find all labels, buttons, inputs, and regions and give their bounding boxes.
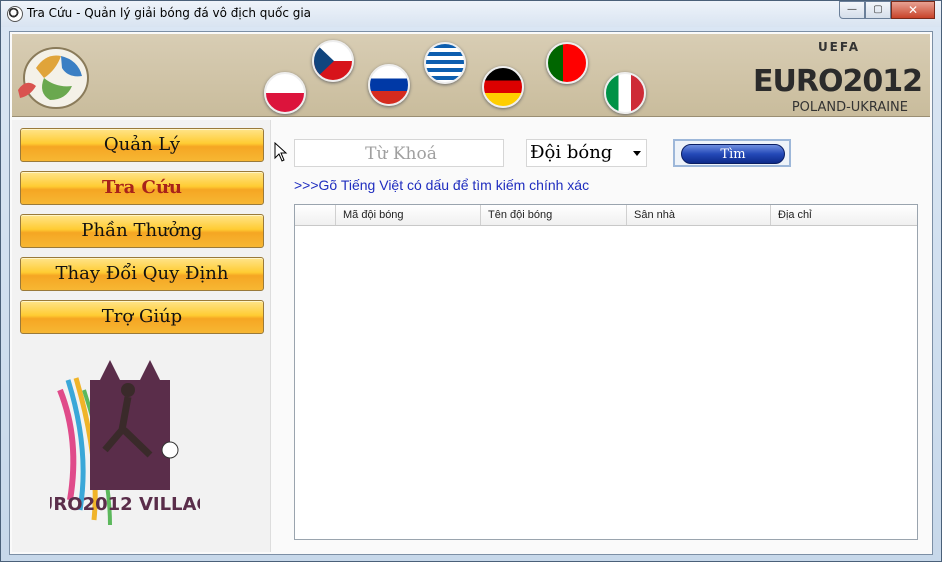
close-button[interactable]: ✕	[891, 1, 935, 19]
euro2012-banner: UEFA EURO2012 POLAND-UKRAINE	[12, 34, 930, 117]
mouse-pointer-icon	[274, 142, 288, 162]
flag-czech-icon	[312, 40, 354, 82]
column-header-dia-chi[interactable]: Địa chỉ	[771, 205, 917, 225]
search-panel: Đội bóng Tìm >>>Gõ Tiếng Việt có dấu để …	[272, 120, 930, 552]
window-title: Tra Cứu - Quản lý giải bóng đá vô địch q…	[27, 6, 312, 20]
results-table[interactable]: Mã đội bóng Tên đội bóng Sân nhà Địa chỉ	[294, 204, 918, 540]
flag-poland-icon	[264, 72, 306, 114]
euro-ball-logo-icon	[18, 47, 89, 109]
column-header-san-nha[interactable]: Sân nhà	[627, 205, 771, 225]
menu-tro-giup-button[interactable]: Trợ Giúp	[20, 300, 264, 334]
row-header-cell	[295, 205, 336, 225]
menu-tra-cuu-button[interactable]: Tra Cứu	[20, 171, 264, 205]
keyword-field[interactable]	[294, 139, 507, 168]
search-button[interactable]: Tìm	[673, 139, 791, 167]
dropdown-arrow-icon	[633, 151, 641, 156]
euro2012-village-logo: EURO2012 VILLAGE	[50, 360, 200, 526]
search-button-label: Tìm	[681, 144, 785, 164]
title-bar[interactable]: Tra Cứu - Quản lý giải bóng đá vô địch q…	[1, 1, 941, 27]
minimize-button[interactable]: —	[839, 1, 865, 19]
keyword-input[interactable]	[295, 140, 507, 168]
window-controls: — ▢ ✕	[839, 1, 935, 19]
search-hint-text: >>>Gõ Tiếng Việt có dấu để tìm kiếm chín…	[294, 177, 590, 193]
village-logo-text: EURO2012 VILLAGE	[50, 494, 200, 515]
euro2012-logo-text: EURO2012	[753, 64, 923, 99]
category-select[interactable]: Đội bóng	[526, 139, 647, 167]
flag-greece-icon	[424, 42, 466, 84]
app-window: Tra Cứu - Quản lý giải bóng đá vô địch q…	[0, 0, 942, 562]
soccer-ball-icon	[7, 6, 23, 22]
flag-italy-icon	[604, 72, 646, 114]
column-header-ma-doi-bong[interactable]: Mã đội bóng	[336, 205, 481, 225]
sidebar-menu: Quản Lý Tra Cứu Phần Thưởng Thay Đổi Quy…	[12, 120, 271, 552]
menu-thay-doi-quy-dinh-button[interactable]: Thay Đổi Quy Định	[20, 257, 264, 291]
host-countries-label: POLAND-UKRAINE	[791, 100, 908, 115]
flag-germany-icon	[482, 66, 524, 108]
table-header: Mã đội bóng Tên đội bóng Sân nhà Địa chỉ	[295, 205, 917, 226]
flag-russia-icon	[368, 64, 410, 106]
flag-portugal-icon	[546, 42, 588, 84]
menu-phan-thuong-button[interactable]: Phần Thưởng	[20, 214, 264, 248]
category-selected-value: Đội bóng	[530, 142, 613, 163]
uefa-label: UEFA	[817, 40, 860, 54]
maximize-button[interactable]: ▢	[865, 1, 891, 19]
column-header-ten-doi-bong[interactable]: Tên đội bóng	[481, 205, 627, 225]
client-area: UEFA EURO2012 POLAND-UKRAINE Quản Lý Tra…	[9, 31, 933, 555]
menu-quan-ly-button[interactable]: Quản Lý	[20, 128, 264, 162]
